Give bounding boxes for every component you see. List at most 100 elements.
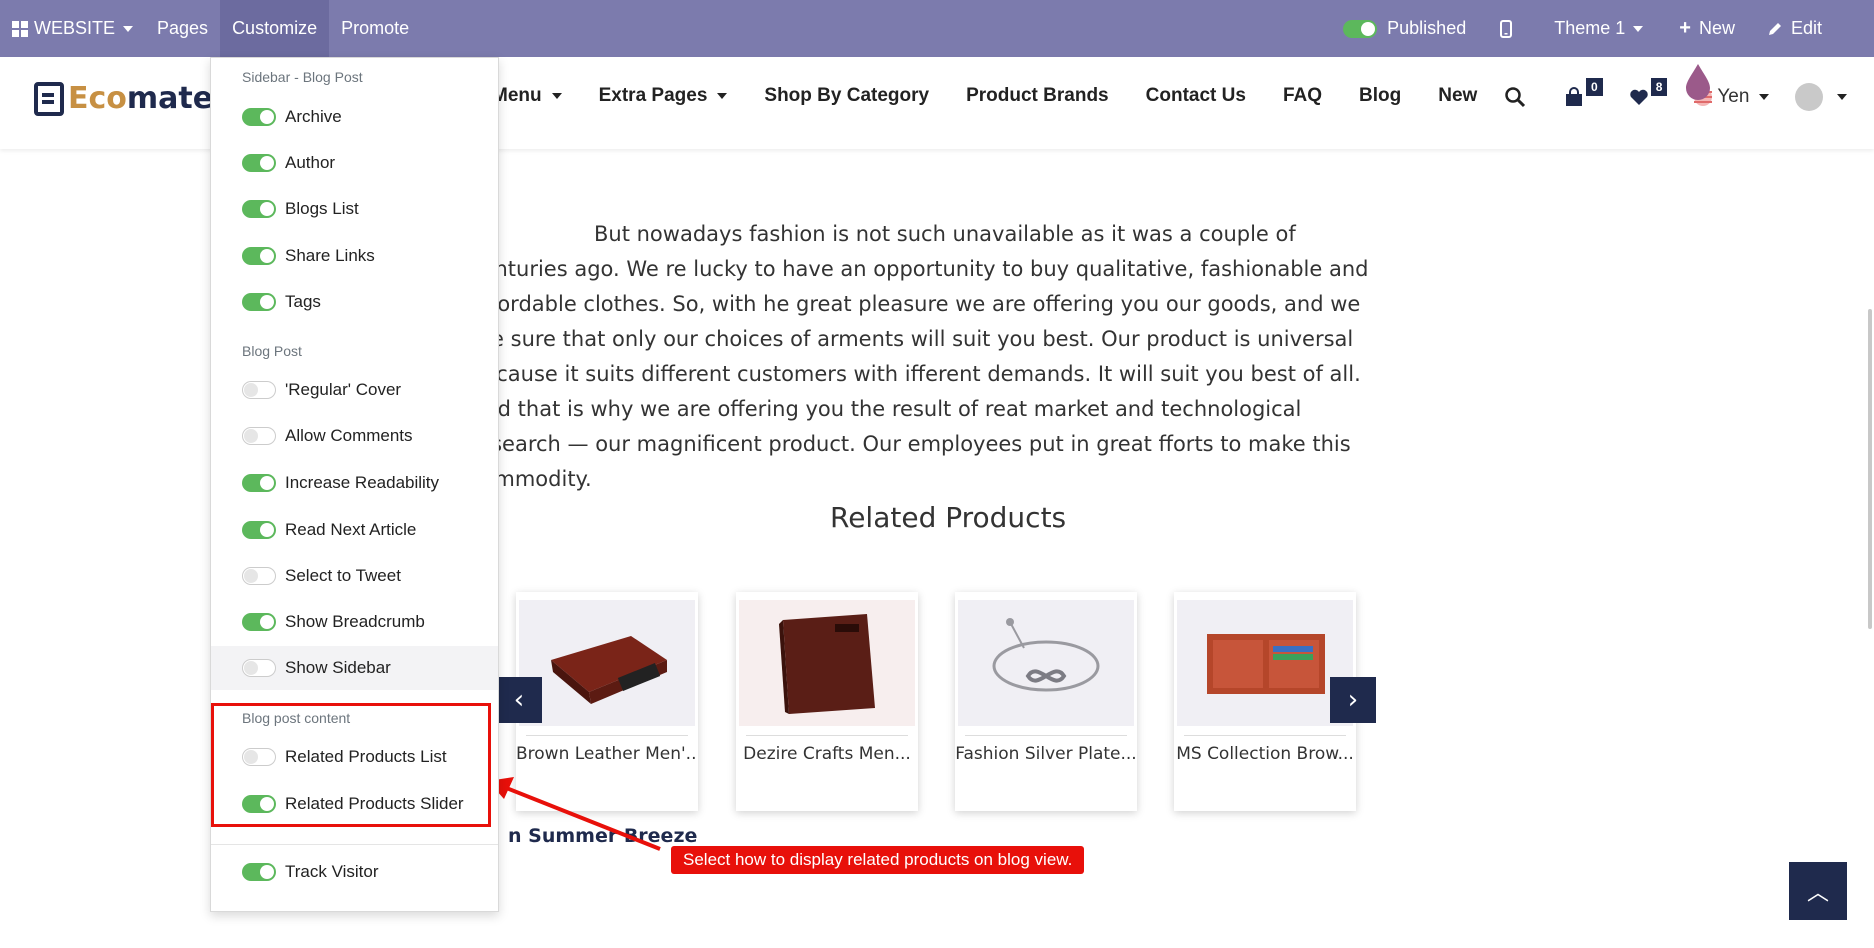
nav-label: Contact Us [1145, 85, 1246, 106]
toggle-switch[interactable] [242, 247, 276, 265]
toggle-switch[interactable] [242, 567, 276, 585]
wishlist-button[interactable]: 8 [1629, 78, 1668, 106]
product-card[interactable]: Fashion Silver Plate... [955, 592, 1137, 811]
nav-item-faq[interactable]: FAQ [1283, 85, 1322, 107]
option-increase-readability[interactable]: Increase Readability [211, 461, 498, 505]
product-card[interactable]: MS Collection Brow... [1174, 592, 1356, 811]
option-archive[interactable]: Archive [211, 95, 498, 139]
site-logo[interactable]: Eco mate [34, 81, 213, 116]
menu-divider [211, 844, 498, 845]
chevron-up-icon: ︿ [1806, 881, 1829, 906]
search-icon[interactable] [1504, 86, 1526, 108]
product-name: Dezire Crafts Men... [743, 744, 911, 764]
website-menu[interactable]: WEBSITE [0, 0, 145, 57]
toggle-switch[interactable] [242, 659, 276, 677]
nav-item-menu[interactable]: Menu [492, 85, 562, 107]
option-show-breadcrumb[interactable]: Show Breadcrumb [211, 600, 498, 644]
theme-menu[interactable]: Theme 1 [1534, 0, 1663, 57]
toggle-switch[interactable] [242, 521, 276, 539]
option-label: Archive [285, 107, 342, 126]
new-button[interactable]: + New [1663, 0, 1751, 57]
nav-label: Menu [492, 85, 542, 106]
new-label: New [1698, 18, 1735, 38]
page-scrollbar[interactable] [1868, 309, 1872, 629]
user-menu[interactable] [1795, 83, 1848, 111]
customize-menu[interactable]: Customize [220, 0, 330, 57]
product-name: MS Collection Brow... [1176, 744, 1354, 764]
toggle-switch[interactable] [242, 427, 276, 445]
annotation-tooltip: Select how to display related products o… [671, 846, 1085, 874]
nav-label: Extra Pages [598, 85, 708, 106]
edit-button[interactable]: Edit [1751, 0, 1874, 57]
option-read-next-article[interactable]: Read Next Article [211, 508, 498, 552]
back-to-top-button[interactable]: ︿ [1789, 862, 1847, 920]
option-author[interactable]: Author [211, 141, 498, 185]
blog-paragraph: But nowadays fashion is not such unavail… [470, 222, 1369, 491]
toggle-switch[interactable] [242, 200, 276, 218]
toggle-switch[interactable] [242, 293, 276, 311]
option-allow-comments[interactable]: Allow Comments [211, 414, 498, 458]
product-image [1177, 600, 1353, 726]
chevron-left-icon: ‹ [513, 685, 525, 715]
cart-button[interactable]: 0 [1564, 78, 1603, 107]
option-regular-cover[interactable]: 'Regular' Cover [211, 368, 498, 412]
wallet-brown-icon [551, 636, 667, 704]
wallet-dark-icon [779, 614, 875, 714]
drop-marker-icon [1686, 64, 1710, 100]
nav-item-shop-by-category[interactable]: Shop By Category [764, 85, 929, 107]
option-tags[interactable]: Tags [211, 280, 498, 324]
chevron-right-icon: › [1347, 685, 1359, 715]
option-blogs-list[interactable]: Blogs List [211, 187, 498, 231]
mobile-icon [1500, 19, 1513, 38]
nav-item-blog[interactable]: Blog [1359, 85, 1401, 107]
admin-bar: WEBSITE Pages Customize Promote Publishe… [0, 0, 1874, 57]
product-card[interactable]: Dezire Crafts Men... [736, 592, 918, 811]
option-label: Show Breadcrumb [285, 612, 425, 631]
nav-label: New [1438, 85, 1478, 106]
option-select-to-tweet[interactable]: Select to Tweet [211, 554, 498, 598]
nav-item-contact-us[interactable]: Contact Us [1146, 85, 1246, 107]
pages-menu[interactable]: Pages [145, 0, 220, 57]
nav-item-product-brands[interactable]: Product Brands [966, 85, 1109, 107]
toggle-switch[interactable] [242, 154, 276, 172]
currency-label: Yen [1717, 86, 1750, 107]
nav-item-extra-pages[interactable]: Extra Pages [599, 85, 728, 107]
chevron-down-icon [1837, 94, 1848, 100]
option-show-sidebar[interactable]: Show Sidebar [211, 646, 498, 690]
option-label: Author [285, 153, 336, 172]
pages-label: Pages [157, 18, 209, 38]
nav-item-new[interactable]: New [1438, 85, 1477, 107]
slider-prev-button[interactable]: ‹ [496, 677, 542, 723]
annotation-arrow [488, 777, 661, 851]
logo-text-part1: Eco [68, 81, 127, 116]
promote-label: Promote [341, 18, 410, 38]
toggle-switch[interactable] [1343, 19, 1378, 38]
toggle-switch[interactable] [242, 108, 276, 126]
chevron-down-icon [123, 25, 134, 32]
published-toggle[interactable]: Published [1331, 0, 1478, 57]
mobile-preview-button[interactable] [1478, 0, 1534, 57]
toggle-switch[interactable] [242, 474, 276, 492]
card-divider [526, 735, 688, 736]
option-track-visitor[interactable]: Track Visitor [211, 850, 498, 894]
option-label: Allow Comments [285, 426, 413, 445]
toggle-switch[interactable] [242, 863, 276, 881]
card-divider [1184, 735, 1346, 736]
option-label: Blogs List [285, 199, 359, 218]
slider-next-button[interactable]: › [1330, 677, 1376, 723]
plus-icon: + [1679, 17, 1691, 39]
section-header: Blog Post [242, 343, 302, 359]
header-icons: 0 8 Yen [1504, 78, 1848, 111]
option-label: Track Visitor [285, 862, 379, 881]
promote-menu[interactable]: Promote [329, 0, 421, 57]
product-image [519, 600, 695, 726]
wishlist-count-badge: 8 [1650, 78, 1668, 96]
option-label: 'Regular' Cover [285, 380, 402, 399]
toggle-switch[interactable] [242, 381, 276, 399]
nav-label: Shop By Category [764, 85, 930, 106]
toggle-switch[interactable] [242, 613, 276, 631]
product-name: Brown Leather Men'... [516, 744, 698, 764]
product-name: Fashion Silver Plate... [955, 744, 1137, 764]
bracelet-icon [992, 618, 1100, 692]
option-share-links[interactable]: Share Links [211, 234, 498, 278]
